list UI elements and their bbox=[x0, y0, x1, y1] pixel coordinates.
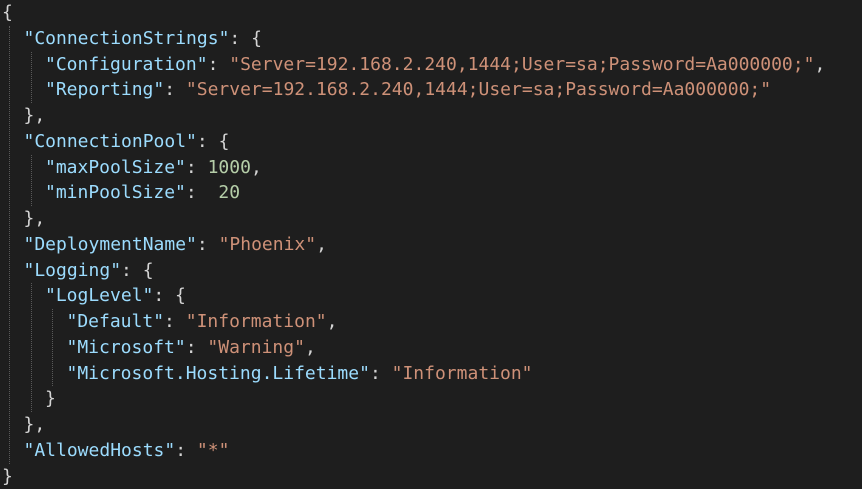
json-string-value: "*" bbox=[197, 440, 230, 461]
json-key: "maxPoolSize" bbox=[45, 157, 186, 178]
indent-guide bbox=[31, 283, 32, 412]
json-key: "AllowedHosts" bbox=[24, 440, 176, 461]
json-punctuation: }, bbox=[24, 414, 46, 435]
json-key: "Microsoft" bbox=[67, 337, 186, 358]
code-line[interactable]: "maxPoolSize": 1000, bbox=[45, 155, 262, 181]
indent-guide bbox=[9, 26, 10, 464]
indent-guide bbox=[31, 155, 32, 207]
code-line[interactable]: "AllowedHosts": "*" bbox=[24, 438, 230, 464]
code-line[interactable]: "Microsoft.Hosting.Lifetime": "Informati… bbox=[67, 361, 533, 387]
json-punctuation: : bbox=[186, 157, 208, 178]
code-line[interactable]: }, bbox=[24, 103, 46, 129]
json-punctuation: : bbox=[164, 79, 186, 100]
json-punctuation: , bbox=[327, 311, 338, 332]
code-line[interactable]: }, bbox=[24, 412, 46, 438]
json-key: "ConnectionStrings" bbox=[24, 28, 230, 49]
code-line[interactable]: } bbox=[45, 386, 56, 412]
json-key: "Default" bbox=[67, 311, 165, 332]
json-editor[interactable]: {"ConnectionStrings": {"Configuration": … bbox=[0, 0, 862, 487]
json-punctuation: }, bbox=[24, 105, 46, 126]
code-line[interactable]: "Reporting": "Server=192.168.2.240,1444;… bbox=[45, 77, 771, 103]
json-key: "Logging" bbox=[24, 260, 122, 281]
json-string-value: "Warning" bbox=[207, 337, 305, 358]
json-punctuation: : bbox=[186, 182, 219, 203]
json-punctuation: { bbox=[2, 2, 13, 23]
code-line[interactable]: "Logging": { bbox=[24, 258, 154, 284]
json-punctuation: : bbox=[370, 363, 392, 384]
code-line[interactable]: "minPoolSize": 20 bbox=[45, 180, 240, 206]
json-key: "ConnectionPool" bbox=[24, 131, 197, 152]
json-key: "LogLevel" bbox=[45, 285, 153, 306]
json-punctuation: } bbox=[2, 466, 13, 487]
json-string-value: "Server=192.168.2.240,1444;User=sa;Passw… bbox=[229, 54, 814, 75]
json-string-value: "Information" bbox=[186, 311, 327, 332]
code-line[interactable]: "ConnectionStrings": { bbox=[24, 26, 262, 52]
json-punctuation: : { bbox=[197, 131, 230, 152]
json-key: "minPoolSize" bbox=[45, 182, 186, 203]
code-line[interactable]: "Default": "Information", bbox=[67, 309, 338, 335]
json-punctuation: , bbox=[316, 234, 327, 255]
code-line[interactable]: "Microsoft": "Warning", bbox=[67, 335, 316, 361]
json-punctuation: : { bbox=[121, 260, 154, 281]
code-line[interactable]: "LogLevel": { bbox=[45, 283, 186, 309]
code-line[interactable]: } bbox=[2, 464, 13, 489]
json-punctuation: , bbox=[305, 337, 316, 358]
json-punctuation: : bbox=[164, 311, 186, 332]
json-string-value: "Phoenix" bbox=[219, 234, 317, 255]
json-punctuation: , bbox=[814, 54, 825, 75]
json-punctuation: }, bbox=[24, 208, 46, 229]
code-line[interactable]: "DeploymentName": "Phoenix", bbox=[24, 232, 327, 258]
json-string-value: "Server=192.168.2.240,1444;User=sa;Passw… bbox=[186, 79, 771, 100]
indent-guide bbox=[52, 309, 53, 386]
json-key: "Reporting" bbox=[45, 79, 164, 100]
json-number-value: 1000 bbox=[208, 157, 251, 178]
json-punctuation: : bbox=[175, 440, 197, 461]
code-line[interactable]: "ConnectionPool": { bbox=[24, 129, 230, 155]
json-punctuation: : { bbox=[153, 285, 186, 306]
code-line[interactable]: { bbox=[2, 0, 13, 26]
indent-guide bbox=[31, 52, 32, 104]
json-punctuation: } bbox=[45, 388, 56, 409]
json-key: "Configuration" bbox=[45, 54, 208, 75]
code-line[interactable]: "Configuration": "Server=192.168.2.240,1… bbox=[45, 52, 825, 78]
json-number-value: 20 bbox=[218, 182, 240, 203]
json-punctuation: : bbox=[208, 54, 230, 75]
json-key: "Microsoft.Hosting.Lifetime" bbox=[67, 363, 370, 384]
code-line[interactable]: }, bbox=[24, 206, 46, 232]
json-punctuation: , bbox=[251, 157, 262, 178]
json-punctuation: : { bbox=[229, 28, 262, 49]
json-punctuation: : bbox=[197, 234, 219, 255]
json-key: "DeploymentName" bbox=[24, 234, 197, 255]
json-punctuation: : bbox=[186, 337, 208, 358]
json-string-value: "Information" bbox=[392, 363, 533, 384]
